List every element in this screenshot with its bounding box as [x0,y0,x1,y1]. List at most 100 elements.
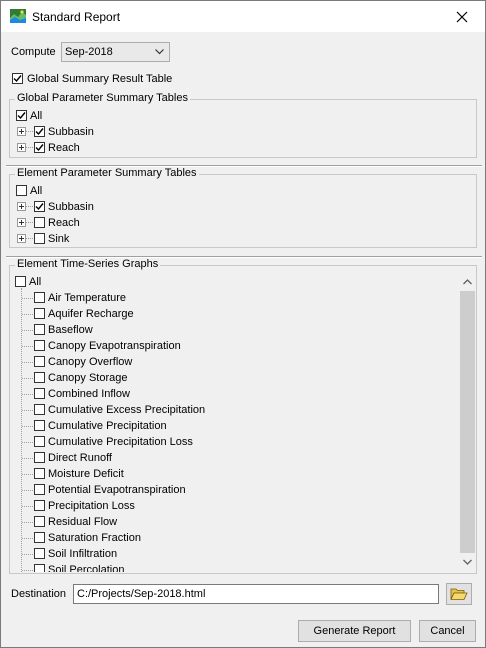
time-series-item-label: Soil Percolation [48,564,125,572]
time-series-item-label: Precipitation Loss [48,500,135,512]
time-series-item-label: Cumulative Precipitation [48,420,167,432]
time-series-item-checkbox[interactable] [34,516,45,527]
time-series-item-label: Saturation Fraction [48,532,141,544]
time-series-item-label: Moisture Deficit [48,468,124,480]
element-params-sink-checkbox[interactable] [34,233,45,244]
global-summary-label: Global Summary Result Table [27,73,173,85]
time-series-item-label: Canopy Overflow [48,356,133,368]
generate-report-button[interactable]: Generate Report [298,620,411,642]
tree-connector [26,238,33,239]
time-series-all-checkbox[interactable] [15,276,26,287]
tree-connector [22,330,33,331]
time-series-item-checkbox[interactable] [34,372,45,383]
tree-connector [22,506,33,507]
folder-open-icon [450,588,468,600]
time-series-item-label: Canopy Evapotranspiration [48,340,181,352]
element-params-sink-label: Sink [48,233,70,245]
checkmark-icon [35,128,44,136]
tree-connector [26,147,33,148]
global-params-reach-checkbox[interactable] [34,142,45,153]
scroll-down-icon[interactable] [463,559,472,565]
element-params-all-label: All [30,185,43,197]
time-series-list[interactable]: All Air Temperature Aquifer Recharge Basef… [14,274,476,572]
time-series-item-checkbox[interactable] [34,388,45,399]
tree-connector [26,222,33,223]
generate-report-label: Generate Report [313,625,396,637]
scrollbar-thumb[interactable] [460,291,475,553]
time-series-item-label: Combined Inflow [48,388,130,400]
tree-connector [22,474,33,475]
time-series-item-checkbox[interactable] [34,468,45,479]
checkmark-icon [17,112,26,120]
close-button[interactable] [439,1,485,32]
tree-connector [22,362,33,363]
time-series-item-checkbox[interactable] [34,532,45,543]
destination-input[interactable]: C:/Projects/Sep-2018.html [73,584,439,604]
time-series-legend: Element Time-Series Graphs [15,258,161,270]
element-params-subbasin-checkbox[interactable] [34,201,45,212]
time-series-item-label: Baseflow [48,324,93,336]
tree-connector [22,570,33,571]
tree-connector [26,131,33,132]
element-params-all-checkbox[interactable] [16,185,27,196]
expand-reach-icon[interactable] [17,143,26,152]
destination-value: C:/Projects/Sep-2018.html [77,588,206,600]
time-series-all-label: All [29,276,42,288]
window-title: Standard Report [32,10,121,24]
time-series-item-label: Air Temperature [48,292,127,304]
global-params-subbasin-checkbox[interactable] [34,126,45,137]
destination-label: Destination [11,588,67,600]
close-icon [456,11,468,22]
standard-report-dialog: Standard Report Compute Sep-2018 Global … [0,0,486,648]
time-series-item-checkbox[interactable] [34,420,45,431]
scroll-up-icon[interactable] [463,279,472,285]
vertical-scrollbar[interactable] [459,274,476,572]
time-series-item-checkbox[interactable] [34,308,45,319]
global-params-subbasin-label: Subbasin [48,126,94,138]
tree-connector [26,206,33,207]
time-series-item-checkbox[interactable] [34,404,45,415]
time-series-item-label: Soil Infiltration [48,548,118,560]
expand-subbasin-icon[interactable] [17,127,26,136]
element-params-reach-checkbox[interactable] [34,217,45,228]
expand-sink-icon[interactable] [17,234,26,243]
expand-subbasin-icon[interactable] [17,202,26,211]
time-series-item-checkbox[interactable] [34,500,45,511]
tree-connector [22,538,33,539]
time-series-item-checkbox[interactable] [34,484,45,495]
tree-connector [22,378,33,379]
tree-connector [22,458,33,459]
cancel-button[interactable]: Cancel [419,620,476,642]
time-series-item-label: Aquifer Recharge [48,308,134,320]
time-series-item-checkbox[interactable] [34,452,45,463]
tree-connector [22,490,33,491]
time-series-item-checkbox[interactable] [34,356,45,367]
tree-connector [22,298,33,299]
checkmark-icon [13,75,22,83]
tree-connector [22,522,33,523]
tree-connector [22,442,33,443]
global-params-all-checkbox[interactable] [16,110,27,121]
element-parameter-legend: Element Parameter Summary Tables [15,167,199,179]
browse-button[interactable] [446,583,472,605]
expand-reach-icon[interactable] [17,218,26,227]
tree-connector [22,410,33,411]
checkmark-icon [35,203,44,211]
tree-connector [22,554,33,555]
global-parameter-legend: Global Parameter Summary Tables [15,92,190,104]
time-series-item-checkbox[interactable] [34,436,45,447]
app-icon [10,9,26,23]
compute-select[interactable]: Sep-2018 [61,42,170,62]
checkmark-icon [35,144,44,152]
tree-connector [22,426,33,427]
time-series-item-checkbox[interactable] [34,292,45,303]
time-series-item-checkbox[interactable] [34,324,45,335]
global-summary-checkbox[interactable] [12,73,23,84]
time-series-item-label: Potential Evapotranspiration [48,484,186,496]
time-series-item-checkbox[interactable] [34,548,45,559]
chevron-down-icon [155,49,164,55]
time-series-item-checkbox[interactable] [34,340,45,351]
time-series-item-label: Direct Runoff [48,452,112,464]
element-params-subbasin-label: Subbasin [48,201,94,213]
time-series-item-checkbox[interactable] [34,564,45,572]
